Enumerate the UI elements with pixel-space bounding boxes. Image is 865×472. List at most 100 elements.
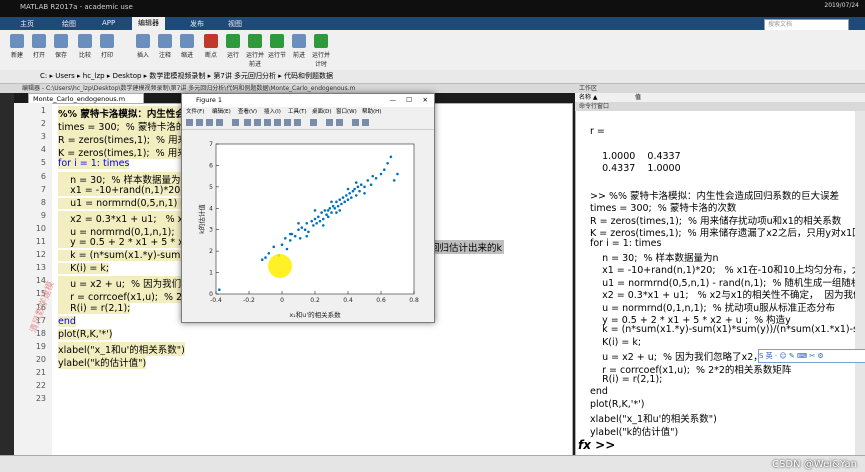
figure-window[interactable]: Figure 1 — ☐ ✕ 文件(F) 编辑(E) 查看(V) 插入(I) 工…: [181, 93, 435, 323]
data-point: [366, 179, 370, 182]
minimize-icon[interactable]: —: [390, 94, 397, 107]
compare-button[interactable]: 比较: [74, 34, 96, 59]
brush-icon[interactable]: [294, 119, 301, 126]
menu-view[interactable]: 查看(V): [238, 107, 257, 117]
current-folder-path[interactable]: C: ▸ Users ▸ hc_lzp ▸ Desktop ▸ 数学建模视频录制…: [0, 72, 333, 80]
workspace-col-value[interactable]: 值: [635, 93, 641, 102]
tab-plots[interactable]: 绘图: [62, 19, 76, 29]
new-button[interactable]: 新建: [6, 34, 28, 59]
data-point: [356, 185, 360, 189]
run-time-icon: [314, 34, 328, 48]
print-icon[interactable]: [216, 119, 223, 126]
new-figure-icon[interactable]: [186, 119, 193, 126]
figure-toolbar: [182, 117, 434, 130]
link-icon[interactable]: [310, 119, 317, 126]
insert-button[interactable]: 插入: [132, 34, 154, 59]
data-point: [297, 228, 300, 232]
code-line[interactable]: K = zeros(times,1); % 用来储: [58, 145, 197, 160]
code-line[interactable]: xlabel("x_1和u'的相关系数"): [58, 341, 185, 356]
comment-button[interactable]: 注释: [154, 34, 176, 59]
menu-edit[interactable]: 编辑(E): [212, 107, 231, 117]
run-advance-button[interactable]: 运行并前进: [244, 34, 266, 68]
y-tick-label: 1: [209, 270, 213, 277]
code-line[interactable]: R = zeros(times,1); % 用来储: [58, 132, 197, 147]
data-point: [315, 221, 318, 225]
hide-tools-icon[interactable]: [352, 119, 359, 126]
run-time-button[interactable]: 运行并计时: [310, 34, 332, 68]
code-line[interactable]: k = (n*sum(x1.*y)-sum(x1): [58, 250, 200, 262]
code-line[interactable]: u = x2 + u; % 因为我们忽略: [58, 276, 201, 291]
code-line[interactable]: x2 = 0.3*x1 + u1; % x2与: [58, 210, 199, 225]
save-icon[interactable]: [206, 119, 213, 126]
x-tick-label: 0.4: [343, 297, 353, 304]
tab-view[interactable]: 视图: [228, 19, 242, 29]
advance-button[interactable]: 前进: [288, 34, 310, 59]
maximize-icon[interactable]: ☐: [406, 94, 412, 107]
code-line[interactable]: times = 300; % 蒙特卡洛的次: [58, 119, 195, 134]
command-line: 1.0000 0.4337: [590, 150, 681, 162]
code-line[interactable]: u1 = normrnd(0,5,n,1) - ra: [58, 197, 197, 209]
tab-publish[interactable]: 发布: [190, 19, 204, 29]
code-line[interactable]: plot(R,K,'*'): [58, 328, 113, 340]
data-point: [389, 155, 393, 159]
menu-file[interactable]: 文件(F): [186, 107, 204, 117]
menu-desktop[interactable]: 桌面(D): [312, 107, 332, 117]
code-line[interactable]: y = 0.5 + 2 * x1 + 5 * x2 +: [58, 237, 201, 248]
code-line[interactable]: for i = 1: times: [58, 158, 130, 170]
run-section-icon: [270, 34, 284, 48]
tab-home[interactable]: 主页: [20, 19, 34, 29]
code-line[interactable]: R(i) = r(2,1);: [58, 302, 131, 314]
open-button[interactable]: 打开: [28, 34, 50, 59]
insert-icon: [136, 34, 150, 48]
code-line[interactable]: n = 30; % 样本数据量为n: [58, 171, 187, 186]
line-number: 23: [35, 394, 46, 404]
data-point: [318, 219, 322, 223]
data-point: [392, 179, 396, 182]
indent-button[interactable]: 缩进: [176, 34, 198, 59]
workspace-col-name[interactable]: 名称 ▲: [579, 93, 598, 102]
menu-help[interactable]: 帮助(H): [362, 107, 381, 117]
x-tick-label: 0.2: [310, 297, 320, 304]
command-scrollbar[interactable]: [855, 111, 865, 455]
data-point: [310, 219, 313, 223]
scatter-plot[interactable]: -0.4 -0.2 0 0.2 0.4 0.6 0.8 0 1 2 3 4 5 6 7 x₁和u'的相关系…: [182, 130, 434, 320]
code-line[interactable]: ylabel("k的估计值"): [58, 354, 147, 369]
code-line[interactable]: %% 蒙特卡洛模拟：内生性会: [58, 106, 185, 120]
zoom-in-icon[interactable]: [244, 119, 251, 126]
data-point: [351, 189, 355, 193]
code-line[interactable]: K(i) = k;: [58, 263, 110, 275]
open-icon[interactable]: [196, 119, 203, 126]
pan-icon[interactable]: [264, 119, 271, 126]
pointer-icon[interactable]: [232, 119, 239, 126]
ime-toolbar[interactable]: S 英 ‧ ☺ ✎ ⌨ ✂ ⚙: [758, 349, 865, 363]
tab-apps[interactable]: APP: [102, 19, 115, 27]
y-tick-label: 5: [209, 184, 213, 191]
command-prompt[interactable]: fx >>: [578, 438, 615, 452]
tab-editor[interactable]: 编辑器: [132, 17, 165, 30]
menu-window[interactable]: 窗口(W): [336, 107, 357, 117]
colorbar-icon[interactable]: [326, 119, 333, 126]
ribbon-tabs: 主页 绘图 APP 编辑器 发布 视图 搜索文档: [0, 17, 865, 31]
data-point: [340, 202, 343, 206]
rotate-icon[interactable]: [274, 119, 281, 126]
show-tools-icon[interactable]: [362, 119, 369, 126]
print-button[interactable]: 打印: [96, 34, 118, 59]
code-line[interactable]: end: [58, 315, 76, 327]
line-number: 12: [35, 250, 46, 260]
zoom-out-icon[interactable]: [254, 119, 261, 126]
code-line[interactable]: x1 = -10+rand(n,1)*20; %: [58, 184, 199, 196]
save-button[interactable]: 保存: [50, 34, 72, 59]
breakpoint-button[interactable]: 断点: [200, 34, 222, 59]
run-section-button[interactable]: 运行节: [266, 34, 288, 59]
data-point: [335, 200, 338, 204]
legend-icon[interactable]: [336, 119, 343, 126]
ribbon: 新建 打开 保存 比较 打印 插入 注释 缩进 断点 运行 运行并前进 运行节 …: [0, 30, 865, 71]
data-cursor-icon[interactable]: [284, 119, 291, 126]
close-icon[interactable]: ✕: [423, 94, 428, 107]
menu-tools[interactable]: 工具(T): [288, 107, 307, 117]
figure-title-bar[interactable]: Figure 1 — ☐ ✕: [182, 94, 434, 107]
current-folder-bar[interactable]: C: ▸ Users ▸ hc_lzp ▸ Desktop ▸ 数学建模视频录制…: [0, 70, 865, 84]
menu-insert[interactable]: 插入(I): [264, 107, 281, 117]
data-point: [288, 232, 292, 236]
run-button[interactable]: 运行: [222, 34, 244, 59]
